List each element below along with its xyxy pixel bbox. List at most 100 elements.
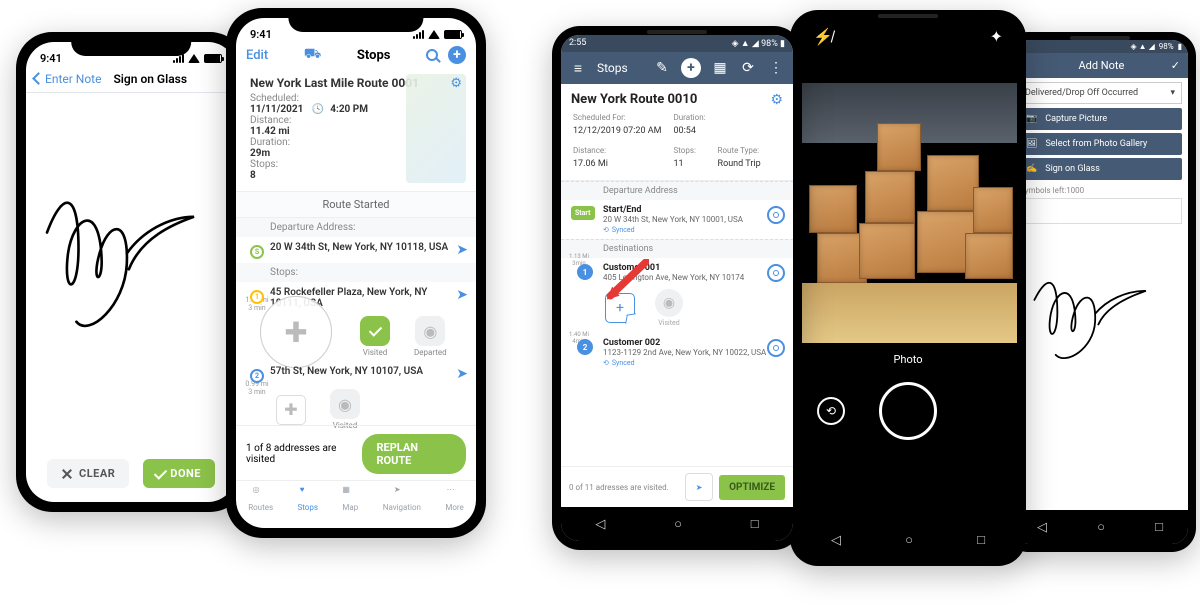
scan-icon[interactable]: ⛟ [304, 46, 322, 64]
edit-button[interactable]: Edit [246, 48, 268, 63]
stop-number-2: 2 [577, 339, 593, 355]
refresh-icon[interactable]: ⟳ [739, 59, 757, 77]
nav-home[interactable]: ○ [1097, 519, 1105, 535]
nav-home[interactable]: ○ [905, 532, 913, 548]
navigate-icon[interactable]: ➤ [456, 242, 468, 258]
chevron-left-icon [34, 72, 43, 86]
tab-label: Stops [297, 503, 317, 512]
tab-more[interactable]: ⋯More [445, 485, 463, 512]
route-summary-card: ⚙ New York Route 0010 Scheduled For:Dura… [561, 84, 793, 181]
map-icon[interactable]: ▦ [711, 59, 729, 77]
done-button[interactable]: DONE [143, 459, 215, 488]
visited-status: 0 of 11 adresses are visited. [569, 483, 679, 492]
nav-back[interactable]: ◁ [595, 517, 605, 532]
camera-toolbar: ⚡̸ ✦ [799, 19, 1017, 55]
clear-button[interactable]: CLEAR [47, 459, 129, 488]
distance-label: Distance: [250, 115, 291, 126]
nav-recent[interactable]: □ [1155, 519, 1163, 535]
status-battery: 98% [1159, 42, 1174, 51]
signature-pad[interactable] [26, 93, 236, 393]
type-label: Route Type: [718, 145, 771, 156]
add-note-icon[interactable]: ✚ [284, 316, 307, 349]
status-time: 9:41 [40, 52, 62, 65]
nav-recent[interactable]: □ [977, 532, 985, 548]
flash-off-icon[interactable]: ⚡̸ [813, 27, 833, 47]
menu-icon[interactable]: ≡ [569, 59, 587, 77]
distance-value: 11.42 mi [250, 126, 290, 137]
confirm-button[interactable]: ✓ [1171, 59, 1180, 72]
gallery-icon: 🖼 [1026, 139, 1037, 149]
add-button[interactable]: + [448, 46, 466, 64]
departure-row[interactable]: S 20 W 34th St, New York, NY 10118, USA … [236, 237, 476, 263]
gear-icon[interactable]: ⚙ [770, 92, 783, 108]
gear-icon[interactable]: ⚙ [450, 76, 462, 91]
back-label: Enter Note [45, 72, 101, 86]
done-label: DONE [170, 467, 201, 480]
capture-picture-button[interactable]: 📷 Capture Picture [1018, 108, 1182, 130]
overflow-icon[interactable]: ⋮ [767, 59, 785, 77]
tab-routes[interactable]: ◎Routes [248, 485, 273, 512]
scheduled-value: 12/12/2019 07:20 AM [573, 125, 672, 137]
tab-label: Navigation [383, 503, 421, 512]
tab-stops[interactable]: ♥Stops [297, 485, 317, 512]
stops-value: 8 [250, 170, 256, 181]
nav-back[interactable]: ◁ [831, 533, 841, 548]
optimize-button[interactable]: OPTIMIZE [719, 475, 785, 500]
stops-section-label: Stops: [236, 263, 476, 282]
add-note-button[interactable]: ✚ [276, 395, 306, 425]
visited-label: Visited [658, 319, 679, 327]
note-text-field[interactable] [1018, 198, 1182, 224]
start-name: Start/End [603, 205, 785, 215]
more-icon: ⋯ [447, 485, 463, 501]
start-row[interactable]: Start Start/End 20 W 34th St, New York, … [561, 200, 793, 239]
customer-2-address: 1123-1129 2nd Ave, New York, NY 10022, U… [603, 348, 785, 357]
edit-icon[interactable]: ✎ [653, 59, 671, 77]
search-icon[interactable] [426, 49, 438, 61]
tab-map[interactable]: ▦Map [342, 485, 358, 512]
destination-row-2[interactable]: 2 Customer 002 1123-1129 2nd Ave, New Yo… [561, 333, 793, 372]
destination-row-1[interactable]: 1 Customer 001 405 Lexington Ave, New Yo… [561, 258, 793, 287]
duration-value: 00:54 [674, 125, 716, 137]
dropdown-value: Delivered/Drop Off Occurred [1025, 88, 1138, 98]
replan-route-button[interactable]: REPLAN ROUTE [362, 434, 466, 474]
visited-action[interactable]: ◉Visited [330, 389, 360, 430]
tab-navigation[interactable]: ➤Navigation [383, 485, 421, 512]
status-dropdown[interactable]: Delivered/Drop Off Occurred ▾ [1018, 82, 1182, 104]
navigate-icon[interactable]: ➤ [456, 287, 468, 303]
camera-icon: 📷 [1026, 114, 1037, 124]
stop-row-2[interactable]: 2 57th St, New York, NY 10107, USA ➤ [236, 361, 476, 387]
status-time: 9:41 [250, 28, 272, 41]
start-badge: Start [571, 206, 595, 220]
departed-action[interactable]: ◉Departed [414, 316, 447, 357]
nav-back[interactable]: ◁ [1037, 520, 1047, 535]
add-button[interactable]: + [681, 58, 701, 78]
locate-button[interactable]: ➤ [685, 473, 713, 501]
page-title: Add Note [1078, 59, 1124, 72]
distance-label: Distance: [573, 145, 672, 156]
visited-action[interactable]: ◉ Visited [655, 289, 683, 327]
navigate-icon[interactable] [767, 339, 785, 357]
photo-gallery-button[interactable]: 🖼 Select from Photo Gallery [1018, 133, 1182, 155]
shutter-button[interactable] [879, 382, 937, 440]
destination-1-actions: + ◉Visited [561, 287, 793, 333]
pointer-arrow [603, 259, 649, 305]
status-indicators [413, 30, 462, 39]
navigate-icon[interactable]: ➤ [456, 366, 468, 382]
page-title: Sign on Glass [113, 72, 187, 86]
fingerprint-icon: ◉ [330, 389, 360, 419]
stop-number-1: 1 [577, 264, 593, 280]
type-value: Round Trip [718, 158, 771, 170]
dropdown-caret-icon: ▾ [1170, 88, 1175, 98]
nav-recent[interactable]: □ [751, 516, 759, 532]
nav-home[interactable]: ○ [674, 516, 682, 532]
start-address: 20 W 34th St, New York, NY 10001, USA [603, 215, 785, 224]
camera-switch-button[interactable]: ⟲ [817, 397, 845, 425]
back-button[interactable]: Enter Note [34, 72, 101, 86]
symbols-counter: Symbols left:1000 [1012, 183, 1188, 198]
navigate-icon[interactable] [767, 206, 785, 224]
visited-action[interactable]: Visited [360, 316, 390, 357]
sign-on-glass-button[interactable]: ✍ Sign on Glass [1018, 158, 1182, 180]
flash-auto-icon[interactable]: ✦ [990, 27, 1003, 47]
navigate-icon[interactable] [767, 264, 785, 282]
fingerprint-icon: ◉ [655, 289, 683, 317]
